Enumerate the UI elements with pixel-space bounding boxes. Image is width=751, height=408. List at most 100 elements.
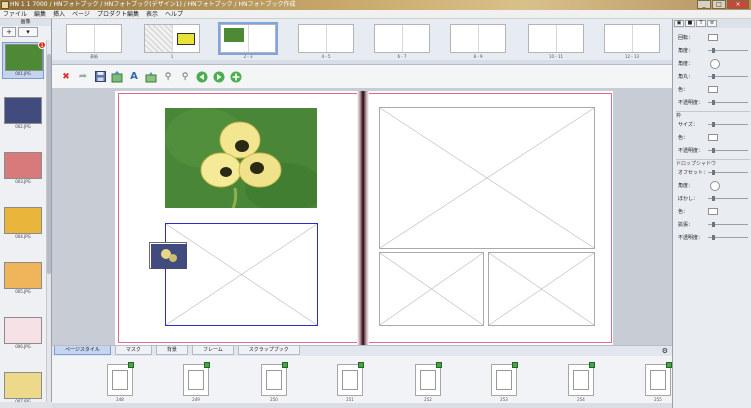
layout-template[interactable]: 249 [183,362,210,402]
tab-scrapbook[interactable]: スクラップブック [237,346,300,355]
delete-icon[interactable]: ✖ [60,71,72,83]
photo-frame-calla-lily[interactable] [165,108,317,208]
next-page-icon[interactable] [213,71,225,83]
layout-marker-icon [512,362,518,368]
property-slider[interactable] [708,122,748,127]
spread-preview [66,24,122,53]
layout-number: 249 [192,397,200,402]
dragged-photo-thumbnail[interactable] [150,243,187,269]
spread-thumbnail[interactable]: 6 - 7 [374,24,430,59]
property-slider[interactable] [708,196,748,201]
color-swatch[interactable] [708,86,718,93]
photo-thumbnail[interactable]: 005.JPG [4,262,42,295]
spread-preview [528,24,584,53]
photo-image [4,317,42,344]
property-slider[interactable] [708,48,748,53]
property-label: 回転： [678,35,694,41]
menu-help[interactable]: ヘルプ [165,10,183,18]
gear-icon[interactable]: ⚙ [662,347,668,355]
tab-background[interactable]: 背景 [155,346,188,355]
zoom-in-icon[interactable]: ⚲ [179,71,191,83]
minimize-button[interactable]: _ [697,0,711,9]
photo-options-button[interactable]: ▾ [18,27,38,37]
maximize-button[interactable]: □ [712,0,726,9]
spread-thumbnail[interactable]: 12 - 13 [604,24,660,59]
material-tabs: ページスタイル マスク 背景 フレーム スクラップブック ⚙ [52,345,672,356]
empty-photo-frame-selected[interactable] [165,223,318,326]
layout-template[interactable]: 252 [415,362,442,402]
layout-template[interactable]: 255 [645,362,672,402]
add-frame-icon[interactable] [111,70,123,83]
properties-tab-icon[interactable]: ▣ [674,20,684,27]
photo-thumbnail[interactable]: 003.JPG [4,152,42,185]
layout-scrollbar[interactable] [52,403,672,408]
angle-dial[interactable] [710,59,720,69]
spread-canvas[interactable] [52,89,672,345]
prev-page-icon[interactable] [196,71,208,83]
layout-template[interactable]: 250 [261,362,288,402]
property-slider[interactable] [708,74,748,79]
spread-thumbnail[interactable]: 10 - 11 [528,24,584,59]
menu-file[interactable]: ファイル [3,10,27,18]
property-slider[interactable] [708,222,748,227]
menu-view[interactable]: 表示 [146,10,158,18]
text-tab-icon[interactable]: T [696,20,706,27]
menu-page[interactable]: ページ [72,10,90,18]
layout-number: 251 [346,397,354,402]
empty-photo-frame-bottom-left[interactable] [379,252,484,326]
photo-thumbnail[interactable]: 002.JPG [4,97,42,130]
layout-template[interactable]: 254 [568,362,595,402]
property-slider[interactable] [708,170,748,175]
empty-photo-frame-bottom-right[interactable] [488,252,595,326]
tab-page-style[interactable]: ページスタイル [54,346,111,355]
spread-thumbnail[interactable]: 1 [144,24,200,59]
spread-scrollbar[interactable] [52,60,672,64]
property-slider[interactable] [708,100,748,105]
layer-tab-icon[interactable]: ≡ [707,20,717,27]
angle-dial[interactable] [710,181,720,191]
spread-thumbnail[interactable]: 8 - 9 [450,24,506,59]
spread-thumbnail[interactable]: 表紙 [66,24,122,60]
photo-filename: 003.JPG [15,179,31,184]
color-swatch[interactable] [708,208,718,215]
tab-mask[interactable]: マスク [114,346,152,355]
photo-hscrollbar[interactable] [0,402,52,408]
redo-icon[interactable]: ➦ [77,71,89,83]
color-tab-icon[interactable]: ■ [685,20,695,27]
layout-frame-outline [112,370,128,390]
property-row: サイズ： [678,121,750,129]
spread-thumbnail[interactable]: 2 - 3 [218,22,278,59]
property-slider[interactable] [708,235,748,240]
spread-thumbnail[interactable]: 4 - 5 [298,24,354,59]
add-clip-icon[interactable] [145,71,157,83]
calla-lily-photo [165,108,317,208]
menu-insert[interactable]: 挿入 [53,10,65,18]
add-text-icon[interactable]: A [128,71,140,83]
layout-template[interactable]: 253 [491,362,518,402]
layout-template[interactable]: 248 [107,362,134,402]
layout-frame-outline [266,370,282,390]
spread-page-label: 6 - 7 [397,54,407,59]
photo-scrollbar[interactable] [46,40,51,402]
empty-photo-frame-large[interactable] [379,107,595,249]
menu-edit[interactable]: 編集 [34,10,46,18]
photo-thumbnail[interactable]: 006.JPG [4,317,42,350]
property-slider[interactable] [708,148,748,153]
color-swatch[interactable] [708,34,718,41]
tab-frame[interactable]: フレーム [191,346,234,355]
add-page-icon[interactable] [230,71,242,83]
photo-thumbnail[interactable]: 004.JPG [4,207,42,240]
photo-thumbnail[interactable]: 1 001.JPG [2,41,46,79]
zoom-out-icon[interactable]: ⚲ [162,71,174,83]
close-button[interactable]: × [727,0,749,9]
spread-thumbnail-photo [224,28,244,42]
add-photo-button[interactable]: + [2,27,16,37]
layout-preview [415,362,442,396]
photo-thumbnail[interactable]: 007.JPG [4,372,42,405]
save-icon[interactable] [94,71,106,83]
property-label: オフセット： [678,170,709,176]
property-row: 不透明度： [678,99,750,107]
layout-template[interactable]: 251 [337,362,364,402]
color-swatch[interactable] [708,134,718,141]
menu-product-edit[interactable]: プロダクト編集 [97,10,139,18]
